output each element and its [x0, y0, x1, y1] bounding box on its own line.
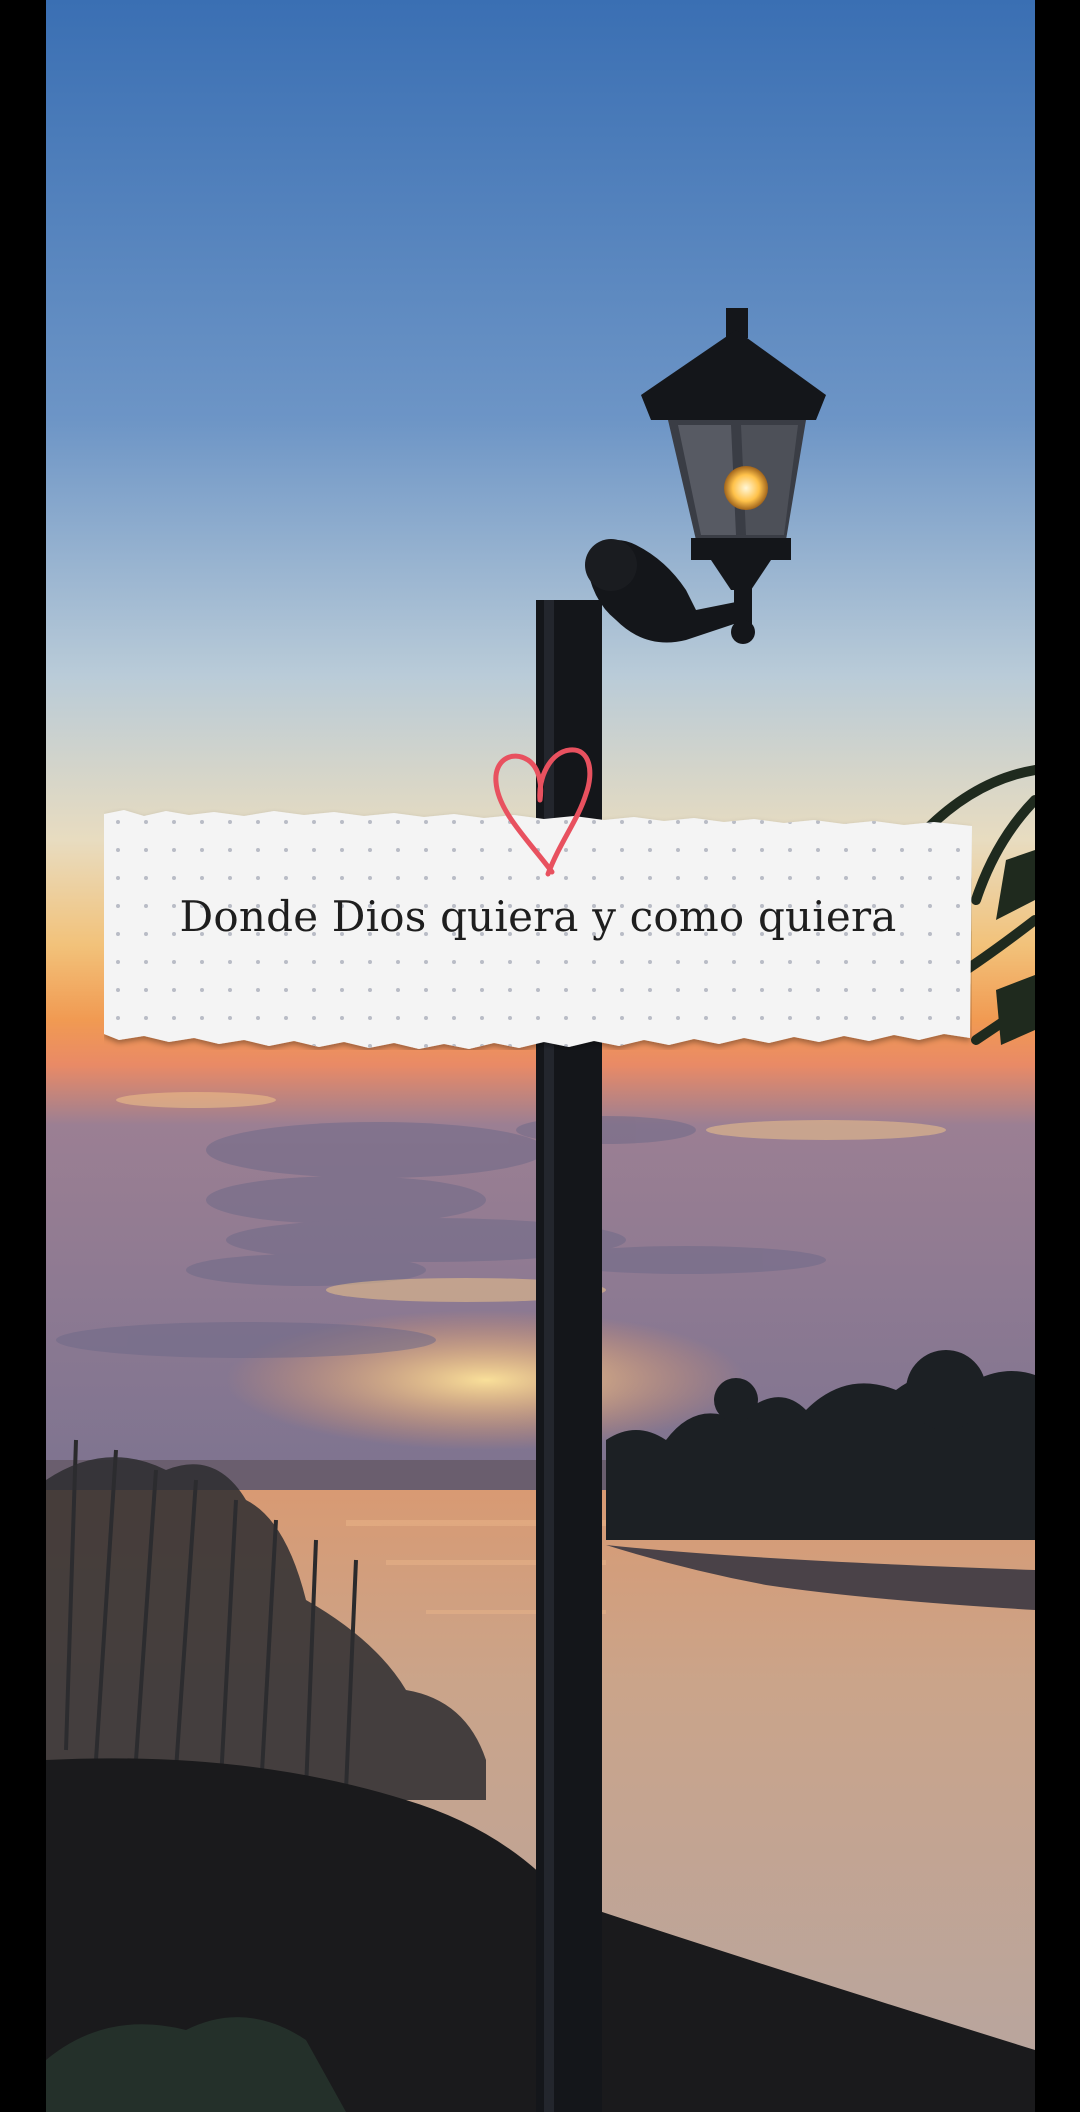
- sunset-photo: [46, 0, 1035, 2112]
- video-frame: Donde Dios quiera y como quiera: [0, 0, 1080, 2112]
- heart-doodle-icon: [490, 742, 596, 882]
- caption-text: Donde Dios quiera y como quiera: [179, 892, 897, 941]
